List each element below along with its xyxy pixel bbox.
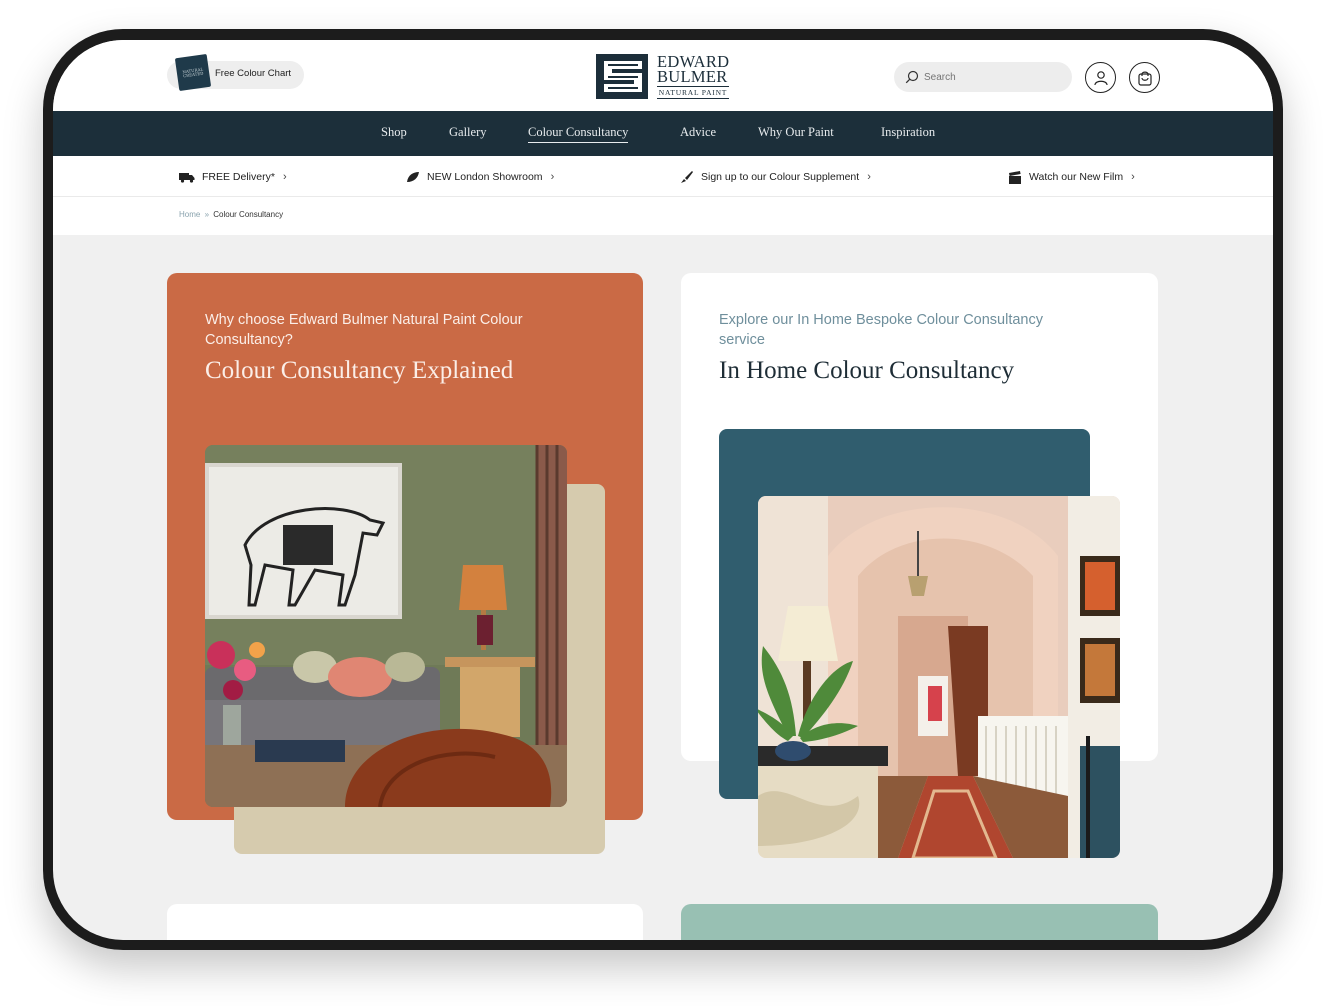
promo-london-showroom[interactable]: NEW London Showroom › bbox=[406, 170, 554, 184]
search-icon bbox=[905, 70, 919, 84]
search-bar[interactable] bbox=[894, 62, 1072, 92]
browser-screen: NATURAL CREATED Free Colour Chart EDWARD… bbox=[53, 40, 1273, 940]
account-button[interactable] bbox=[1085, 62, 1116, 93]
hallway-photo bbox=[758, 496, 1120, 858]
logo-mark-icon bbox=[596, 54, 648, 99]
nav-item-advice[interactable]: Advice bbox=[680, 125, 716, 140]
promo-free-delivery[interactable]: FREE Delivery* › bbox=[179, 170, 287, 184]
user-icon bbox=[1094, 71, 1108, 86]
living-room-photo bbox=[205, 445, 567, 807]
promo-colour-supplement[interactable]: Sign up to our Colour Supplement › bbox=[680, 170, 871, 184]
shopping-bag-icon bbox=[1138, 71, 1152, 86]
nav-item-gallery[interactable]: Gallery bbox=[449, 125, 486, 140]
free-colour-chart-button[interactable]: NATURAL CREATED Free Colour Chart bbox=[167, 53, 304, 92]
breadcrumb-current: Colour Consultancy bbox=[213, 210, 284, 219]
promo-label: Sign up to our Colour Supplement bbox=[701, 171, 860, 183]
promo-label: Watch our New Film bbox=[1029, 171, 1124, 183]
free-colour-chart-label: Free Colour Chart bbox=[215, 68, 292, 79]
breadcrumb-separator: » bbox=[204, 210, 210, 219]
basket-button[interactable] bbox=[1129, 62, 1160, 93]
card-title: Colour Consultancy Explained bbox=[205, 357, 514, 384]
site-header: NATURAL CREATED Free Colour Chart EDWARD… bbox=[53, 40, 1273, 111]
promo-label: NEW London Showroom bbox=[427, 171, 543, 183]
nav-item-colour-consultancy[interactable]: Colour Consultancy bbox=[528, 125, 629, 143]
tablet-frame: NATURAL CREATED Free Colour Chart EDWARD… bbox=[43, 29, 1283, 950]
colour-chart-thumbnail: NATURAL CREATED bbox=[174, 53, 212, 92]
card-kicker: Why choose Edward Bulmer Natural Paint C… bbox=[205, 312, 523, 348]
chevron-right-icon: › bbox=[550, 171, 555, 183]
paintbrush-icon bbox=[681, 171, 693, 183]
chevron-right-icon: › bbox=[1131, 171, 1135, 183]
card-title: In Home Colour Consultancy bbox=[719, 357, 1015, 384]
chevron-right-icon: › bbox=[867, 171, 871, 183]
breadcrumb: Home » Colour Consultancy bbox=[53, 197, 1273, 235]
promo-bar: FREE Delivery* › NEW London Showroom › S… bbox=[53, 156, 1273, 197]
colour-chart-thumb-text: NATURAL CREATED bbox=[182, 66, 204, 78]
logo-wordmark: EDWARD BULMER NATURAL PAINT bbox=[657, 53, 729, 99]
leaf-icon bbox=[407, 172, 419, 182]
promo-label: FREE Delivery* bbox=[202, 171, 275, 183]
edward-bulmer-logo[interactable]: EDWARD BULMER NATURAL PAINT bbox=[596, 53, 736, 100]
breadcrumb-home-link[interactable]: Home bbox=[179, 210, 200, 219]
chevron-right-icon: › bbox=[282, 171, 287, 183]
promo-watch-film[interactable]: Watch our New Film › bbox=[1008, 170, 1135, 184]
card-kicker: Explore our In Home Bespoke Colour Consu… bbox=[719, 312, 1043, 348]
main-navigation: Shop Gallery Colour Consultancy Advice W… bbox=[53, 111, 1273, 156]
film-clapper-icon bbox=[1009, 170, 1021, 184]
nav-item-inspiration[interactable]: Inspiration bbox=[881, 125, 935, 140]
delivery-truck-icon bbox=[179, 172, 195, 183]
logo-line-2: BULMER bbox=[657, 67, 728, 86]
next-card-left[interactable] bbox=[167, 904, 643, 940]
nav-item-why-our-paint[interactable]: Why Our Paint bbox=[758, 125, 834, 140]
next-card-right[interactable] bbox=[681, 904, 1158, 940]
nav-item-shop[interactable]: Shop bbox=[381, 125, 407, 140]
search-input[interactable] bbox=[924, 68, 1064, 86]
logo-line-3: NATURAL PAINT bbox=[657, 86, 729, 99]
